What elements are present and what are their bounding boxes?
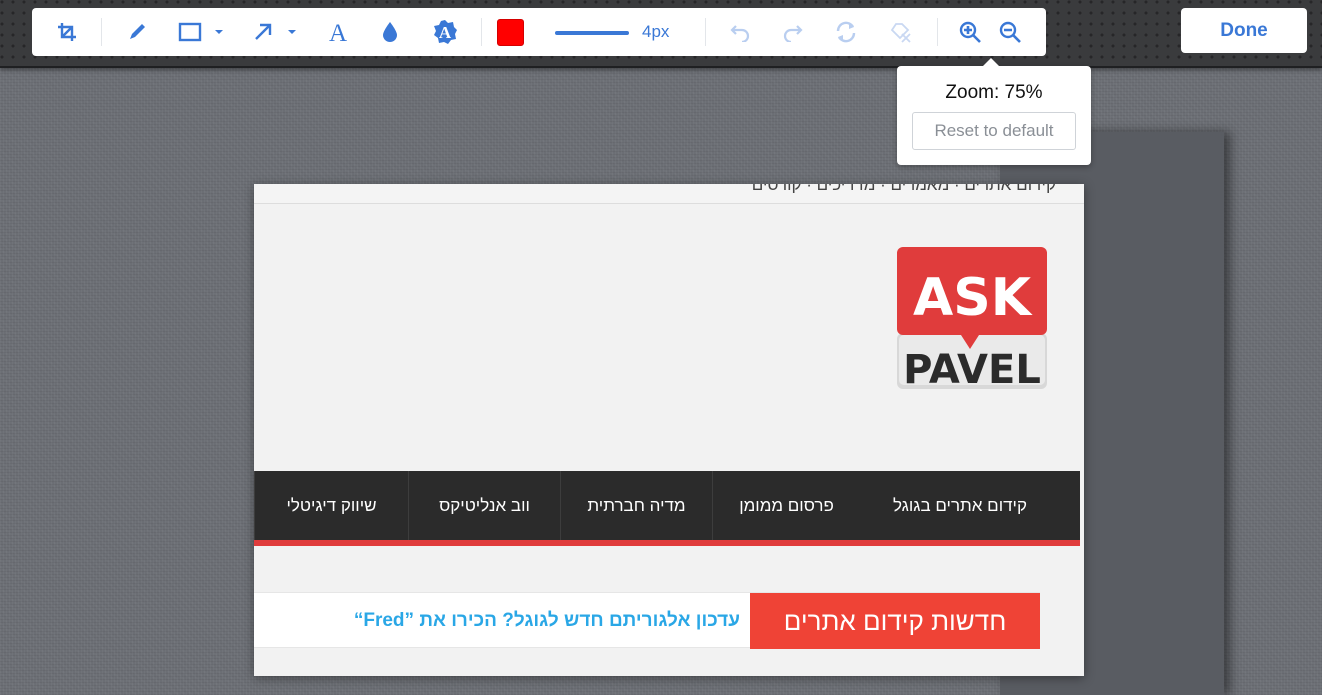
rectangle-icon[interactable] xyxy=(176,8,204,56)
zoom-out-icon[interactable] xyxy=(996,8,1024,56)
zoom-popup: Zoom: 75% Reset to default xyxy=(897,58,1091,165)
svg-text:A: A xyxy=(329,20,347,44)
nav-item-web-analytics[interactable]: ווב אנליטיקס xyxy=(408,471,560,540)
reset-zoom-button[interactable]: Reset to default xyxy=(912,112,1076,150)
toolbar-separator xyxy=(101,18,102,46)
nav-item-seo-google[interactable]: קידום אתרים בגוגל xyxy=(860,471,1060,540)
badge-text-icon[interactable]: A xyxy=(430,8,460,56)
done-button[interactable]: Done xyxy=(1181,8,1307,53)
color-swatch xyxy=(496,18,524,46)
logo-ask-text: ASK xyxy=(913,268,1033,328)
redo-icon[interactable] xyxy=(780,8,806,56)
line-size-label: 4px xyxy=(642,22,670,41)
screenshot-canvas[interactable]: קידום אתרים · מאמרים · מדריכים · קורסים … xyxy=(254,184,1084,676)
svg-text:A: A xyxy=(439,23,452,42)
toolbar-separator xyxy=(937,18,938,46)
rectangle-dropdown-icon[interactable] xyxy=(212,8,226,56)
clear-icon[interactable] xyxy=(887,8,913,56)
ask-pavel-logo: ASK PAVEL xyxy=(897,247,1047,393)
site-top-menu: קידום אתרים · מאמרים · מדריכים · קורסים xyxy=(254,184,1084,204)
zoom-in-icon[interactable] xyxy=(956,8,984,56)
zoom-level-label: Zoom: 75% xyxy=(945,82,1043,103)
news-ticker: חדשות קידום אתרים עדכון אלגוריתם חדש לגו… xyxy=(254,592,1040,649)
line-size-slider[interactable] xyxy=(555,31,629,35)
undo-icon[interactable] xyxy=(727,8,753,56)
arrow-dropdown-icon[interactable] xyxy=(285,8,299,56)
site-nav-bar: קידום אתרים בגוגל פרסום ממומן מדיה חברתי… xyxy=(254,471,1080,546)
logo-pavel-text: PAVEL xyxy=(903,347,1041,393)
toolbar-separator xyxy=(481,18,482,46)
color-picker-button[interactable] xyxy=(496,8,524,56)
arrow-icon[interactable] xyxy=(250,8,276,56)
site-top-menu-text: קידום אתרים · מאמרים · מדריכים · קורסים xyxy=(751,184,1056,194)
toolbar-separator xyxy=(705,18,706,46)
news-tag: חדשות קידום אתרים xyxy=(750,593,1040,649)
pen-icon[interactable] xyxy=(122,8,152,56)
nav-item-paid-ads[interactable]: פרסום ממומן xyxy=(712,471,860,540)
news-headline-link[interactable]: עדכון אלגוריתם חדש לגוגל? הכירו את ”Fred… xyxy=(294,593,740,649)
refresh-icon[interactable] xyxy=(833,8,859,56)
nav-item-social-media[interactable]: מדיה חברתית xyxy=(560,471,712,540)
water-drop-icon[interactable] xyxy=(377,8,403,56)
annotation-toolbar: A A 4px xyxy=(32,8,1046,56)
text-icon[interactable]: A xyxy=(324,8,352,56)
crop-icon[interactable] xyxy=(52,8,82,56)
nav-item-digital-marketing[interactable]: שיווק דיגיטלי xyxy=(254,471,408,540)
